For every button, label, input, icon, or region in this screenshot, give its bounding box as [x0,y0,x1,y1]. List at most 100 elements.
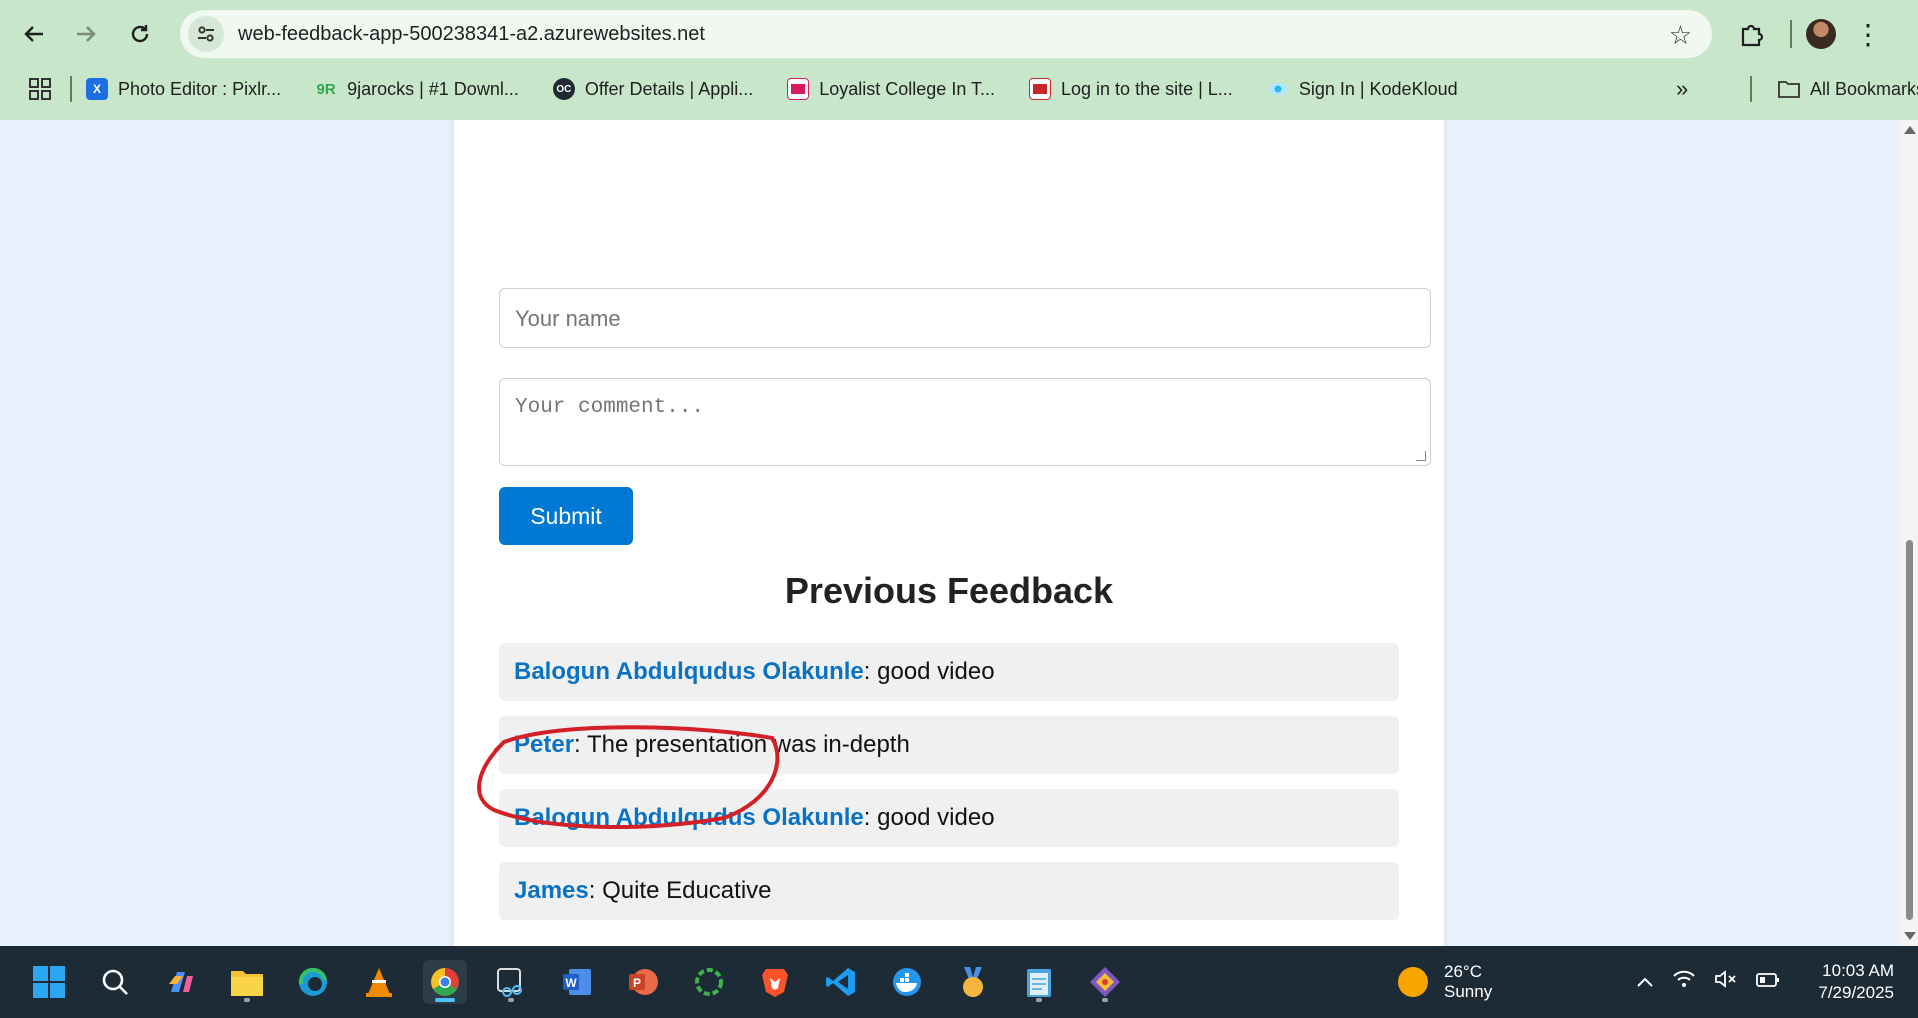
arrow-left-icon [24,26,43,42]
edge-icon [298,967,327,996]
snipping-tool-app[interactable] [489,960,533,1004]
toolbar-right: ⋮ [1728,10,1886,58]
red-circle-annotation [477,725,780,830]
edge-app[interactable] [291,960,335,1004]
weather-description: Sunny [1444,982,1493,1001]
back-button[interactable] [10,10,58,58]
tune-icon [198,26,214,42]
bookmark-9jarocks[interactable]: 9R 9jarocks | #1 Downl... [315,78,518,100]
svg-text:P: P [633,976,641,990]
feedback-author: Balogun Abdulqudus Olakunle [514,658,864,685]
page-viewport: Your name Your comment... Submit Previou… [0,120,1918,946]
bookmark-pixlr[interactable]: X Photo Editor : Pixlr... [86,78,281,100]
battery-icon[interactable] [1756,971,1780,994]
weather-temperature: 26°C [1444,962,1482,981]
vscode-icon [826,968,855,996]
bookmark-kodekloud[interactable]: Sign In | KodeKloud [1267,78,1458,100]
powerpoint-app[interactable]: P [621,960,665,1004]
scroll-up-arrow-icon[interactable] [1904,126,1916,134]
search-icon [102,969,128,995]
feedback-comment: : good video [863,658,995,685]
docker-whale-icon [893,968,921,996]
url-text[interactable]: web-feedback-app-500238341-a2.azurewebsi… [238,23,705,46]
loading-app[interactable] [687,960,731,1004]
notepad-icon [1027,969,1051,997]
windows-taskbar: W P 26°C Sunny 10:03 AM 7/29/2025 [0,946,1918,1018]
windows-logo-icon [33,966,65,998]
wifi-icon[interactable] [1672,969,1696,995]
loyalist-login-icon [1029,78,1052,100]
word-icon: W [563,969,591,995]
toolbar-divider [1790,20,1792,48]
kodekloud-icon [1267,78,1289,100]
browser-chrome: web-feedback-app-500238341-a2.azurewebsi… [0,0,1918,120]
notepad-app[interactable] [1017,960,1061,1004]
chrome-icon [431,968,459,996]
bookmark-login[interactable]: Log in to the site | L... [1029,78,1233,100]
feedback-comment: : good video [863,804,995,831]
more-bookmarks-chevron-icon[interactable]: » [1676,70,1688,108]
forward-button[interactable] [62,10,110,58]
previous-feedback-heading: Previous Feedback [784,570,1114,611]
sun-icon [1398,967,1428,997]
feedback-item: James: Quite Educative [499,862,1399,920]
copilot-app[interactable] [159,960,203,1004]
docker-app[interactable] [885,960,929,1004]
all-bookmarks-button[interactable]: All Bookmarks [1750,70,1918,108]
scrollbar-thumb[interactable] [1906,540,1913,920]
clock-time: 10:03 AM [1822,961,1894,980]
medal-icon [963,967,983,997]
system-tray [1636,946,1780,1018]
site-info-button[interactable] [188,16,224,52]
vlc-cone-icon [366,968,392,997]
brave-lion-icon [762,969,788,997]
scroll-down-arrow-icon[interactable] [1904,932,1916,940]
svg-text:W: W [565,976,577,990]
start-button[interactable] [27,960,71,1004]
loyalist-icon [787,78,810,100]
resize-handle-icon[interactable] [1416,451,1426,461]
search-button[interactable] [93,960,137,1004]
bookmark-star-icon[interactable]: ☆ [1669,20,1692,51]
comment-textarea[interactable]: Your comment... [499,378,1431,466]
bookmark-loyalist-college[interactable]: Loyalist College In T... [787,78,995,100]
folder-icon [231,971,263,996]
copilot-icon [169,972,193,992]
word-app[interactable]: W [555,960,599,1004]
arrow-right-icon [77,26,96,42]
medal-app[interactable] [951,960,995,1004]
reload-button[interactable] [116,10,164,58]
chrome-menu-icon[interactable]: ⋮ [1850,18,1886,51]
apps-grid-icon[interactable] [20,78,60,100]
chevron-up-icon[interactable] [1636,971,1654,994]
brave-app[interactable] [753,960,797,1004]
system-clock[interactable]: 10:03 AM 7/29/2025 [1812,960,1894,1004]
scissors-icon [497,968,522,997]
ring-icon [695,968,723,996]
file-explorer-app[interactable] [225,960,269,1004]
name-input[interactable]: Your name [499,288,1431,348]
page-scrollbar[interactable] [1900,120,1918,946]
browser-toolbar: web-feedback-app-500238341-a2.azurewebsi… [0,0,1918,68]
powerpoint-icon: P [629,969,658,995]
folder-icon [1778,81,1800,98]
9jarocks-icon: 9R [316,80,336,98]
speaker-muted-icon[interactable] [1714,969,1738,995]
submit-button[interactable]: Submit [499,487,633,545]
bookmarks-divider [70,76,72,102]
oc-icon: OC [552,78,575,100]
profile-avatar[interactable] [1806,19,1836,49]
reload-icon [131,25,149,43]
address-bar[interactable]: web-feedback-app-500238341-a2.azurewebsi… [180,10,1712,58]
clock-date: 7/29/2025 [1818,983,1894,1002]
git-tool-app[interactable] [1083,960,1127,1004]
git-diamond-icon [1090,967,1120,997]
chrome-app[interactable] [423,960,467,1004]
weather-widget[interactable]: 26°C Sunny [1398,962,1492,1002]
feedback-comment: : Quite Educative [588,877,772,904]
extensions-button[interactable] [1728,10,1776,58]
bookmark-offer-details[interactable]: OC Offer Details | Appli... [552,78,753,100]
pixlr-icon: X [86,78,108,100]
vscode-app[interactable] [819,960,863,1004]
vlc-app[interactable] [357,960,401,1004]
